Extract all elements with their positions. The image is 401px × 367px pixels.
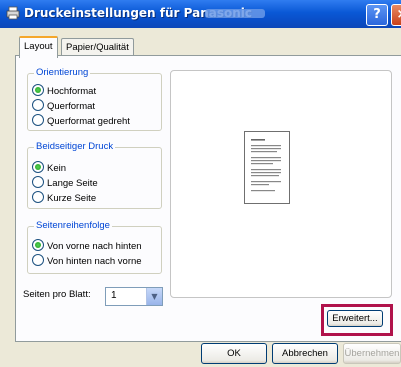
page-order-legend: Seitenreihenfolge	[34, 220, 112, 231]
orientation-legend: Orientierung	[34, 67, 91, 78]
radio-duplex-short-label: Kurze Seite	[47, 193, 97, 204]
duplex-legend: Beidseitiger Druck	[34, 141, 116, 152]
radio-landscape-button[interactable]	[32, 99, 44, 111]
radio-duplex-none-label: Kein	[47, 163, 67, 174]
page-preview-icon	[244, 131, 290, 204]
radio-landscape-rotated-label: Querformat gedreht	[47, 116, 130, 127]
close-button[interactable]: ×	[391, 4, 401, 26]
help-button[interactable]: ?	[366, 4, 388, 26]
print-preferences-dialog: Druckeinstellungen für Panasonic ? × Lay…	[0, 0, 401, 367]
document-lines-icon	[251, 139, 281, 192]
title-bar: Druckeinstellungen für Panasonic ? ×	[0, 0, 401, 28]
radio-duplex-long-label: Lange Seite	[47, 178, 98, 189]
apply-button[interactable]: Übernehmen	[343, 343, 401, 364]
pages-per-sheet-value: 1	[111, 290, 117, 301]
tab-layout[interactable]: Layout	[19, 36, 58, 58]
pages-per-sheet-label: Seiten pro Blatt:	[23, 289, 91, 300]
radio-landscape-rotated-button[interactable]	[32, 114, 44, 126]
radio-front-to-back-label: Von vorne nach hinten	[47, 241, 142, 252]
radio-portrait-label: Hochformat	[47, 86, 97, 97]
radio-duplex-long-button[interactable]	[32, 176, 44, 188]
radio-landscape-rotated[interactable]: Querformat gedreht	[32, 114, 130, 127]
radio-back-to-front[interactable]: Von hinten nach vorne	[32, 254, 142, 267]
radio-duplex-none[interactable]: Kein	[32, 161, 66, 174]
radio-landscape[interactable]: Querformat	[32, 99, 95, 112]
printer-icon	[6, 6, 20, 20]
pages-per-sheet-select[interactable]: 1 ▼	[105, 287, 163, 306]
ok-button[interactable]: OK	[201, 343, 267, 364]
radio-front-to-back[interactable]: Von vorne nach hinten	[32, 239, 142, 252]
radio-duplex-short[interactable]: Kurze Seite	[32, 191, 96, 204]
radio-back-to-front-label: Von hinten nach vorne	[47, 256, 142, 267]
radio-back-to-front-button[interactable]	[32, 254, 44, 266]
radio-landscape-label: Querformat	[47, 101, 96, 112]
radio-duplex-none-button[interactable]	[32, 161, 44, 173]
chevron-down-icon[interactable]: ▼	[146, 288, 162, 305]
radio-duplex-short-button[interactable]	[32, 191, 44, 203]
printer-model-redacted	[205, 9, 265, 18]
radio-duplex-long[interactable]: Lange Seite	[32, 176, 98, 189]
radio-portrait[interactable]: Hochformat	[32, 84, 96, 97]
cancel-button[interactable]: Abbrechen	[272, 343, 338, 364]
radio-front-to-back-button[interactable]	[32, 239, 44, 251]
advanced-button[interactable]: Erweitert...	[327, 310, 383, 327]
tab-paper-quality[interactable]: Papier/Qualität	[61, 38, 134, 56]
radio-portrait-button[interactable]	[32, 84, 44, 96]
